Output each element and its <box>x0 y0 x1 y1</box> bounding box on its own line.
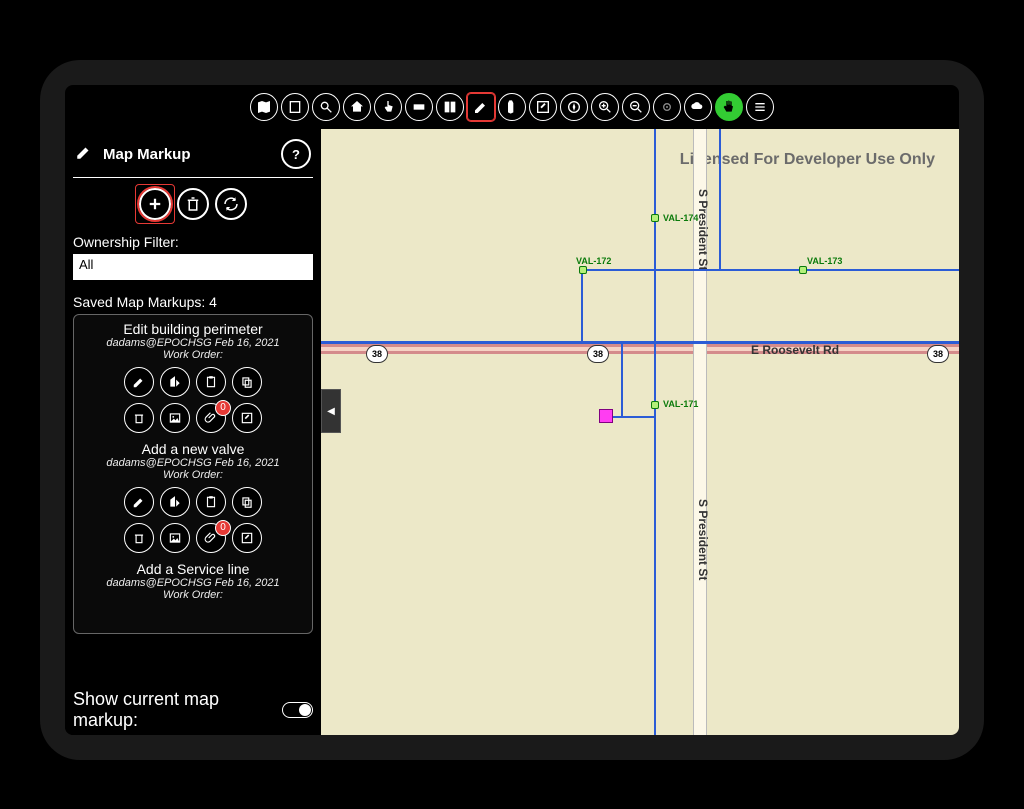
share-button[interactable] <box>160 487 190 517</box>
question-icon: ? <box>292 147 300 162</box>
main-toolbar <box>65 91 959 123</box>
copy-button[interactable] <box>232 487 262 517</box>
markup-item[interactable]: Add a new valve dadams@EPOCHSG Feb 16, 2… <box>78 441 308 553</box>
zoom-out-icon[interactable] <box>622 93 650 121</box>
markup-workorder: Work Order: <box>78 469 308 481</box>
saved-markup-count: Saved Map Markups: 4 <box>73 294 313 310</box>
touch-icon[interactable] <box>374 93 402 121</box>
edit-button[interactable] <box>124 487 154 517</box>
compass-icon[interactable] <box>560 93 588 121</box>
share-button[interactable] <box>160 367 190 397</box>
route-shield: 38 <box>366 345 388 363</box>
valve-label: VAL-173 <box>807 256 842 266</box>
markup-title: Edit building perimeter <box>78 321 308 337</box>
road-label-president-top: S President St <box>696 189 710 270</box>
edit-icon[interactable] <box>529 93 557 121</box>
note-button[interactable] <box>232 523 262 553</box>
road-label-roosevelt: E Roosevelt Rd <box>751 343 839 357</box>
refresh-markup-button[interactable] <box>215 188 247 220</box>
home-icon[interactable] <box>343 93 371 121</box>
bookmarks-icon[interactable] <box>436 93 464 121</box>
markup-workorder: Work Order: <box>78 349 308 361</box>
image-button[interactable] <box>160 523 190 553</box>
markup-meta: dadams@EPOCHSG Feb 16, 2021 <box>78 337 308 349</box>
attachment-badge: 0 <box>215 400 231 416</box>
ownership-filter-select[interactable]: All <box>73 254 313 280</box>
clipboard-button[interactable] <box>196 367 226 397</box>
help-button[interactable]: ? <box>281 139 311 169</box>
pencil-icon[interactable] <box>467 93 495 121</box>
panel-collapse-tab[interactable]: ◀ <box>321 389 341 433</box>
markup-title: Add a new valve <box>78 441 308 457</box>
markup-workorder: Work Order: <box>78 589 308 601</box>
markup-item[interactable]: Add a Service line dadams@EPOCHSG Feb 16… <box>78 561 308 601</box>
attachment-badge: 0 <box>215 520 231 536</box>
attachment-button[interactable]: 0 <box>196 403 226 433</box>
utility-line <box>719 129 721 269</box>
maps-icon[interactable] <box>250 93 278 121</box>
pencil-icon <box>75 143 93 166</box>
markup-item[interactable]: Edit building perimeter dadams@EPOCHSG F… <box>78 321 308 433</box>
locate-icon[interactable] <box>653 93 681 121</box>
valve-label: VAL-171 <box>663 399 698 409</box>
selected-feature[interactable] <box>599 409 613 423</box>
show-current-row: Show current map markup: <box>73 689 313 731</box>
layers-icon[interactable] <box>405 93 433 121</box>
search-layer-icon[interactable] <box>312 93 340 121</box>
clipboard-button[interactable] <box>196 487 226 517</box>
image-button[interactable] <box>160 403 190 433</box>
show-current-label: Show current map markup: <box>73 689 282 731</box>
delete-button[interactable] <box>124 523 154 553</box>
delete-markup-button[interactable] <box>177 188 209 220</box>
route-shield: 38 <box>927 345 949 363</box>
cloud-icon[interactable] <box>684 93 712 121</box>
document-icon[interactable] <box>281 93 309 121</box>
copy-button[interactable] <box>232 367 262 397</box>
valve-marker[interactable] <box>579 266 587 274</box>
markup-list[interactable]: Edit building perimeter dadams@EPOCHSG F… <box>73 314 313 634</box>
add-markup-button[interactable] <box>139 188 171 220</box>
screen: Map Markup ? Ownership Filter: All Saved… <box>65 85 959 735</box>
note-button[interactable] <box>232 403 262 433</box>
utility-line <box>621 344 623 416</box>
utility-line <box>796 269 959 271</box>
ownership-filter-label: Ownership Filter: <box>73 234 313 250</box>
map-markup-panel: Map Markup ? Ownership Filter: All Saved… <box>65 129 321 735</box>
pan-icon[interactable] <box>715 93 743 121</box>
utility-line <box>581 271 583 341</box>
menu-icon[interactable] <box>746 93 774 121</box>
utility-line <box>654 129 656 341</box>
tablet-frame: Map Markup ? Ownership Filter: All Saved… <box>40 60 984 760</box>
route-shield: 38 <box>587 345 609 363</box>
markup-meta: dadams@EPOCHSG Feb 16, 2021 <box>78 577 308 589</box>
attachment-button[interactable]: 0 <box>196 523 226 553</box>
utility-line <box>321 341 959 344</box>
delete-button[interactable] <box>124 403 154 433</box>
zoom-in-icon[interactable] <box>591 93 619 121</box>
markup-title: Add a Service line <box>78 561 308 577</box>
road-label-president-bottom: S President St <box>696 499 710 580</box>
valve-label: VAL-172 <box>576 256 611 266</box>
valve-marker[interactable] <box>651 214 659 222</box>
valve-marker[interactable] <box>799 266 807 274</box>
edit-button[interactable] <box>124 367 154 397</box>
marker-icon[interactable] <box>498 93 526 121</box>
valve-marker[interactable] <box>651 401 659 409</box>
markup-meta: dadams@EPOCHSG Feb 16, 2021 <box>78 457 308 469</box>
panel-title: Map Markup <box>103 146 191 163</box>
map-canvas[interactable]: Licensed For Developer Use Only ◀ E Roos… <box>321 129 959 735</box>
show-current-toggle[interactable] <box>282 702 313 718</box>
valve-label: VAL-174 <box>663 213 698 223</box>
road-roosevelt <box>321 344 959 354</box>
